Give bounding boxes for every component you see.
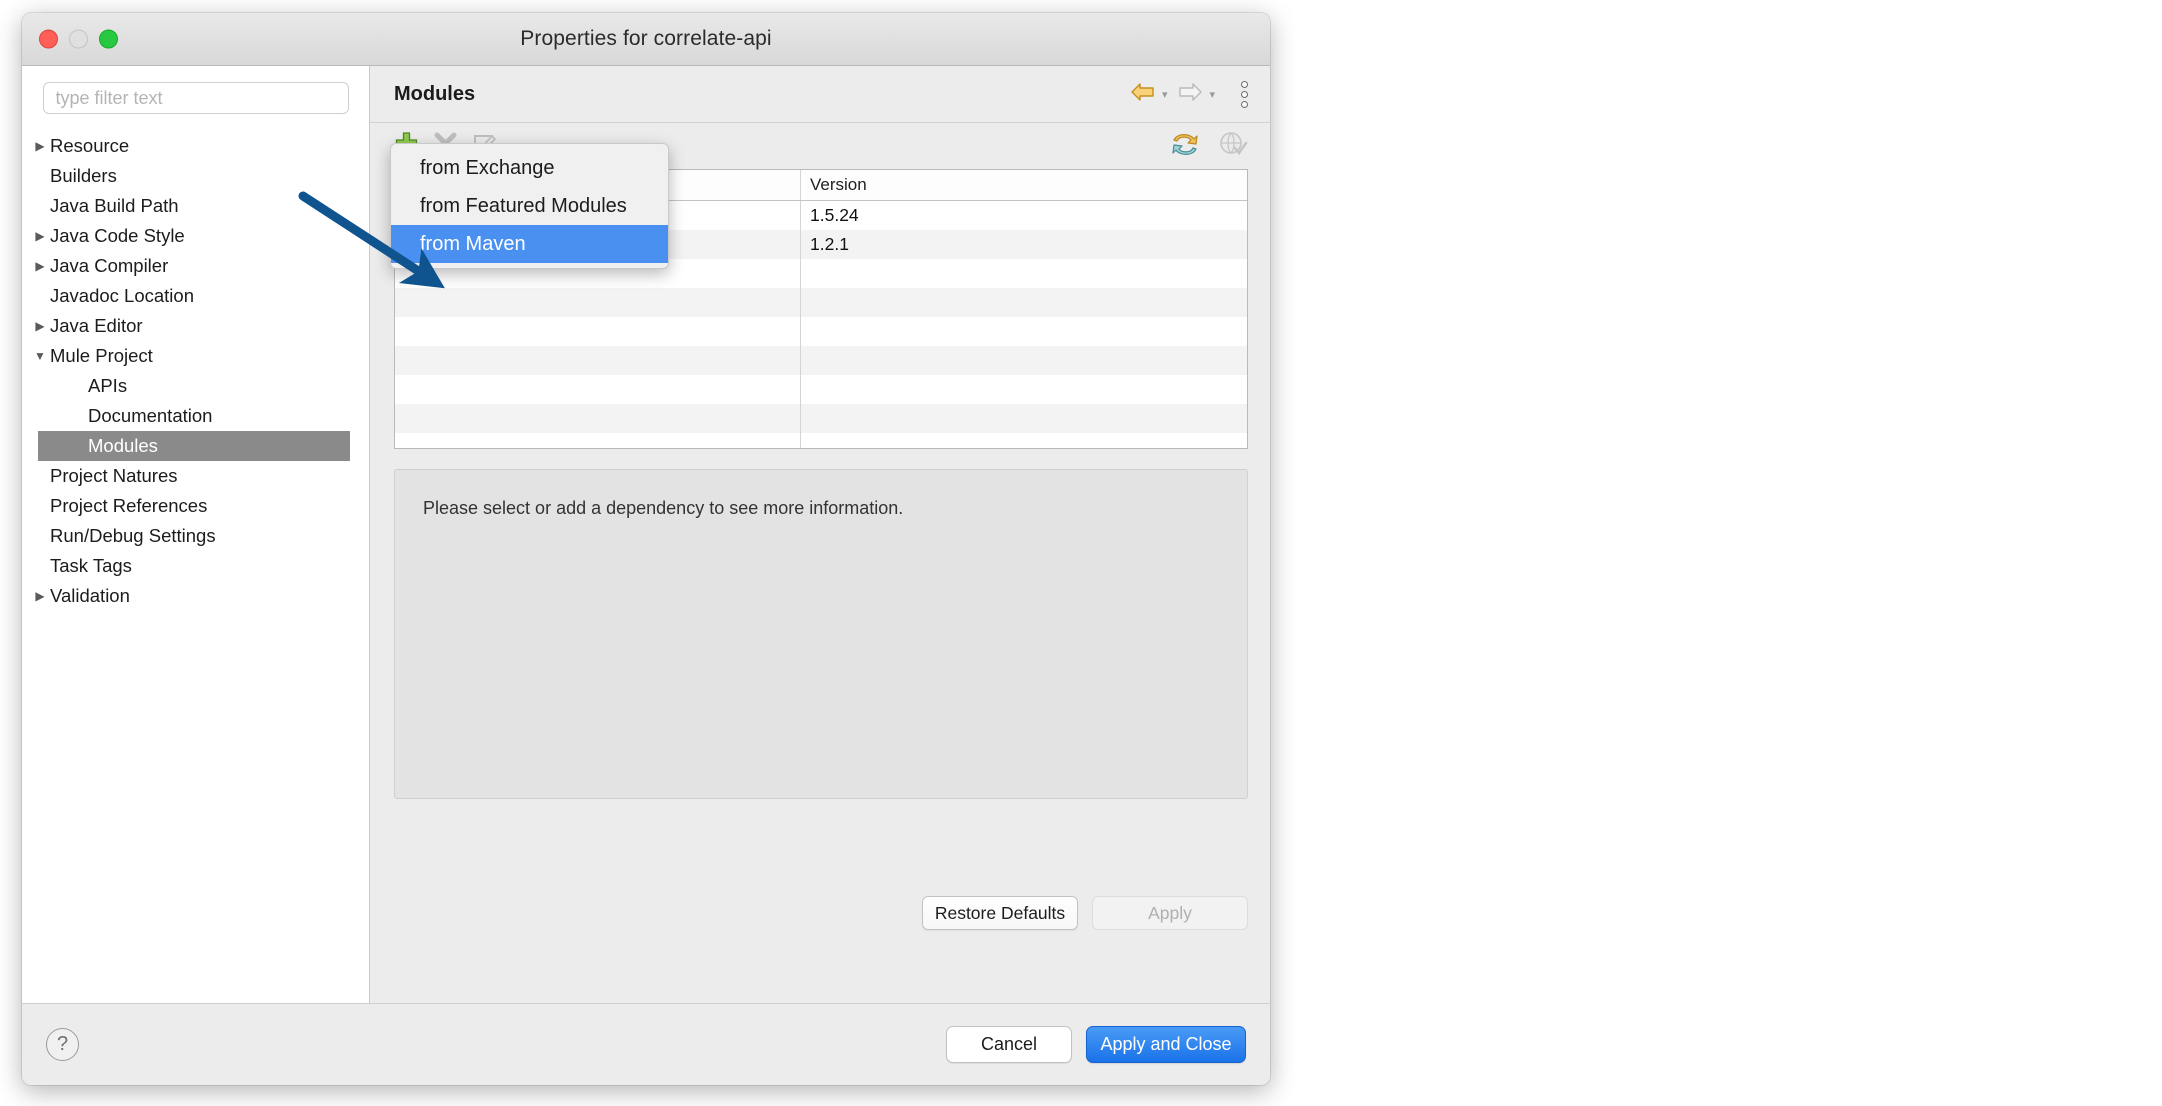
sidebar-item-label: Modules: [88, 435, 158, 456]
sidebar-item-label: Project Natures: [50, 465, 178, 486]
table-cell-name: [395, 288, 801, 317]
sidebar-item-project-references[interactable]: Project References: [22, 491, 369, 521]
view-menu-icon[interactable]: [1241, 80, 1248, 108]
sidebar-item-documentation[interactable]: Documentation: [22, 401, 369, 431]
table-cell-version: [801, 433, 1247, 448]
window-title: Properties for correlate-api: [520, 27, 772, 50]
sidebar-item-mule-project[interactable]: ▼ Mule Project: [22, 341, 369, 371]
menu-item-from-maven[interactable]: from Maven: [391, 225, 668, 263]
content-header: Modules ▾ ▾: [370, 66, 1270, 123]
minimize-button[interactable]: [69, 29, 88, 49]
navigation-icons: ▾ ▾: [1130, 80, 1248, 108]
table-cell-version: [801, 375, 1247, 404]
table-cell-name: [395, 433, 801, 448]
sidebar-item-resource[interactable]: ▶ Resource: [22, 131, 369, 161]
sidebar-item-modules[interactable]: Modules: [38, 431, 350, 461]
restore-defaults-button[interactable]: Restore Defaults: [922, 896, 1078, 930]
dialog-footer: ? Cancel Apply and Close: [22, 1003, 1270, 1085]
menu-item-from-featured-modules[interactable]: from Featured Modules: [391, 187, 668, 225]
sidebar-item-label: Java Build Path: [50, 195, 179, 216]
settings-sidebar: ▶ResourceBuildersJava Build Path▶Java Co…: [22, 66, 370, 1003]
close-button[interactable]: [39, 29, 58, 49]
sidebar-item-label: Builders: [50, 165, 117, 186]
table-cell-name: [395, 317, 801, 346]
apply-and-close-button[interactable]: Apply and Close: [1086, 1026, 1246, 1063]
content-pane: Modules ▾ ▾ Version 1.5.24 1.2.1 Please …: [370, 66, 1270, 1003]
forward-arrow-icon: [1177, 81, 1203, 108]
table-row[interactable]: [395, 346, 1247, 375]
sidebar-item-java-code-style[interactable]: ▶ Java Code Style: [22, 221, 369, 251]
table-cell-version: [801, 288, 1247, 317]
chevron-right-icon[interactable]: ▶: [30, 230, 50, 242]
sidebar-item-label: Mule Project: [50, 345, 153, 366]
page-title: Modules: [394, 82, 476, 105]
sidebar-item-label: Documentation: [88, 405, 213, 426]
sidebar-item-java-compiler[interactable]: ▶ Java Compiler: [22, 251, 369, 281]
info-message: Please select or add a dependency to see…: [423, 498, 904, 518]
table-row[interactable]: [395, 404, 1247, 433]
filter-input[interactable]: [42, 82, 349, 114]
table-row[interactable]: [395, 375, 1247, 404]
sidebar-item-label: Validation: [50, 585, 130, 606]
refresh-sync-icon[interactable]: [1170, 130, 1200, 163]
settings-tree: ▶ Resource Builders Java Build Path ▶ Java Co…: [22, 131, 369, 611]
sidebar-item-label: Java Code Style: [50, 225, 185, 246]
sidebar-item-java-build-path[interactable]: Java Build Path: [22, 191, 369, 221]
table-row[interactable]: [395, 317, 1247, 346]
table-cell-version: 1.2.1: [810, 234, 849, 254]
sidebar-item-label: APIs: [88, 375, 128, 396]
globe-check-icon: [1218, 130, 1248, 163]
table-cell-version: [801, 259, 1247, 288]
sidebar-item-label: Task Tags: [50, 555, 132, 576]
menu-item-from-exchange[interactable]: from Exchange: [391, 149, 668, 187]
table-cell-name: [395, 346, 801, 375]
forward-dropdown-caret-icon[interactable]: ▾: [1209, 88, 1215, 101]
sidebar-item-label: Project References: [50, 495, 208, 516]
page-button-bar: Restore Defaults Apply: [370, 799, 1270, 1003]
properties-dialog: Properties for correlate-api ▶ResourceBu…: [22, 13, 1270, 1085]
table-cell-version: [801, 346, 1247, 375]
dependency-info-panel: Please select or add a dependency to see…: [394, 469, 1248, 799]
back-dropdown-caret-icon[interactable]: ▾: [1162, 88, 1168, 101]
table-cell-version: 1.5.24: [810, 205, 859, 225]
chevron-right-icon[interactable]: ▶: [30, 260, 50, 272]
question-mark-icon[interactable]: ?: [46, 1028, 79, 1061]
sidebar-item-java-editor[interactable]: ▶ Java Editor: [22, 311, 369, 341]
sidebar-item-label: Java Editor: [50, 315, 143, 336]
table-cell-name: [395, 375, 801, 404]
chevron-right-icon[interactable]: ▶: [30, 590, 50, 602]
sidebar-item-run-debug-settings[interactable]: Run/Debug Settings: [22, 521, 369, 551]
chevron-down-icon[interactable]: ▼: [30, 350, 50, 362]
table-row[interactable]: [395, 288, 1247, 317]
add-module-menu[interactable]: from Exchange from Featured Modules from M…: [390, 143, 669, 269]
apply-button: Apply: [1092, 896, 1248, 930]
table-cell-version: [801, 404, 1247, 433]
dialog-body: ▶ResourceBuildersJava Build Path▶Java Co…: [22, 66, 1270, 1003]
maximize-button[interactable]: [99, 29, 118, 49]
sidebar-item-javadoc-location[interactable]: Javadoc Location: [22, 281, 369, 311]
table-row[interactable]: [395, 433, 1247, 448]
sidebar-item-validation[interactable]: ▶ Validation: [22, 581, 369, 611]
sidebar-item-label: Javadoc Location: [50, 285, 194, 306]
sidebar-item-label: Java Compiler: [50, 255, 169, 276]
sidebar-item-label: Resource: [50, 135, 130, 156]
sidebar-item-project-natures[interactable]: Project Natures: [22, 461, 369, 491]
table-cell-version: [801, 317, 1247, 346]
window-controls: [39, 29, 118, 49]
table-header-version[interactable]: Version: [801, 170, 1247, 200]
sidebar-item-apis[interactable]: APIs: [22, 371, 369, 401]
chevron-right-icon[interactable]: ▶: [30, 140, 50, 152]
cancel-button[interactable]: Cancel: [946, 1026, 1072, 1063]
sidebar-item-label: Run/Debug Settings: [50, 525, 216, 546]
back-arrow-icon[interactable]: [1130, 81, 1156, 108]
sidebar-item-builders[interactable]: Builders: [22, 161, 369, 191]
table-cell-name: [395, 404, 801, 433]
chevron-right-icon[interactable]: ▶: [30, 320, 50, 332]
sidebar-item-task-tags[interactable]: Task Tags: [22, 551, 369, 581]
window-titlebar: Properties for correlate-api: [22, 13, 1270, 66]
